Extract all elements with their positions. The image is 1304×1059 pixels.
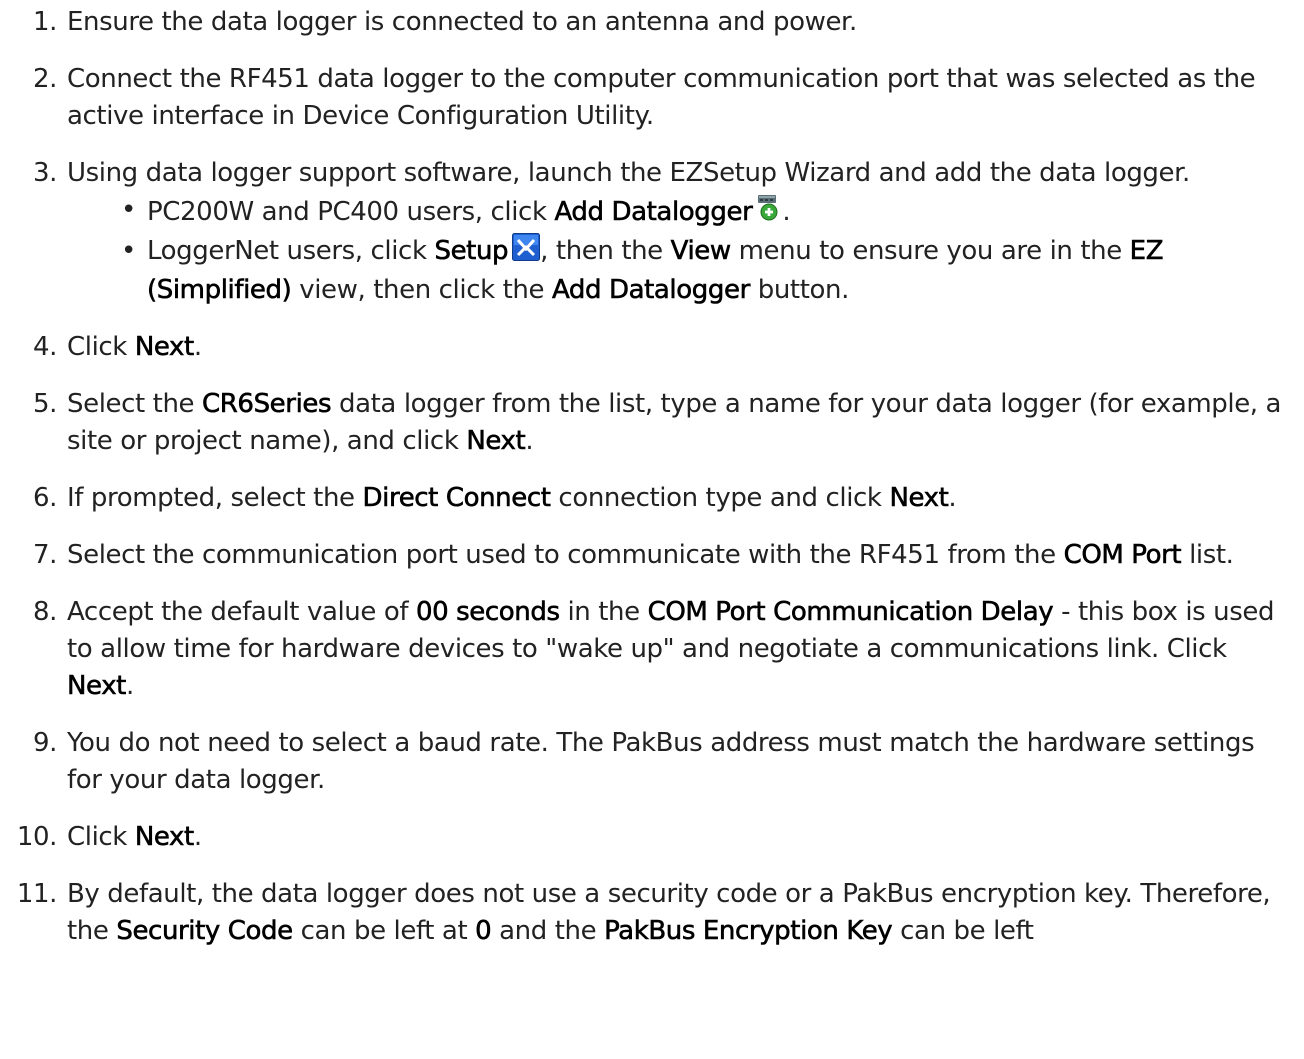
step-number: 6. bbox=[32, 483, 57, 513]
step-text: Connect the RF451 data logger to the com… bbox=[67, 64, 1256, 131]
ui-term-setup: Setup bbox=[434, 236, 509, 267]
step-11: 11. By default, the data logger does not… bbox=[0, 876, 1304, 950]
bullet-icon: • bbox=[121, 195, 136, 225]
step-number: 3. bbox=[32, 158, 57, 188]
step-1: 1. Ensure the data logger is connected t… bbox=[0, 4, 1304, 41]
step-number: 2. bbox=[32, 64, 57, 94]
step-3: 3. Using data logger support software, l… bbox=[0, 155, 1304, 309]
ui-term-pakbus-encryption-key: PakBus Encryption Key bbox=[604, 916, 893, 947]
step-text: . bbox=[193, 332, 202, 362]
step-5: 5. Select the CR6Series data logger from… bbox=[0, 386, 1304, 460]
sub-text: . bbox=[782, 197, 791, 227]
step-text: You do not need to select a baud rate. T… bbox=[67, 728, 1255, 795]
step-number: 10. bbox=[16, 822, 58, 852]
step-text: . bbox=[193, 822, 202, 852]
sub-item-loggernet: • LoggerNet users, click Setup , then th… bbox=[67, 233, 1294, 309]
step-number: 4. bbox=[32, 332, 57, 362]
document-page: 1. Ensure the data logger is connected t… bbox=[0, 0, 1304, 1059]
step-text: . bbox=[948, 483, 957, 513]
ui-term-next: Next bbox=[466, 426, 526, 457]
ui-term-00-seconds: 00 seconds bbox=[415, 597, 561, 628]
sub-text: button. bbox=[749, 275, 850, 305]
ui-term-next: Next bbox=[889, 483, 949, 514]
sub-text: , then the bbox=[540, 236, 671, 266]
ui-term-next: Next bbox=[67, 671, 127, 702]
steps-list: 1. Ensure the data logger is connected t… bbox=[0, 4, 1304, 970]
step-text: Select the communication port used to co… bbox=[67, 540, 1064, 570]
step-7: 7. Select the communication port used to… bbox=[0, 537, 1304, 574]
step-2: 2. Connect the RF451 data logger to the … bbox=[0, 61, 1304, 135]
step-6: 6. If prompted, select the Direct Connec… bbox=[0, 480, 1304, 517]
ui-term-zero: 0 bbox=[475, 916, 492, 947]
step-text: Ensure the data logger is connected to a… bbox=[67, 7, 857, 37]
step-text: Using data logger support software, laun… bbox=[67, 158, 1190, 188]
ui-term-com-port: COM Port bbox=[1063, 540, 1182, 571]
sub-text: menu to ensure you are in the bbox=[730, 236, 1130, 266]
step-text: If prompted, select the bbox=[67, 483, 363, 513]
step-text: Click bbox=[67, 822, 135, 852]
step-text: and the bbox=[491, 916, 605, 946]
step-text: can be left at bbox=[292, 916, 476, 946]
step-text: Select the bbox=[67, 389, 203, 419]
step-number: 5. bbox=[32, 389, 57, 419]
sub-text: LoggerNet users, click bbox=[147, 236, 435, 266]
sub-item-pc200w: • PC200W and PC400 users, click Add Data… bbox=[67, 192, 1294, 233]
ui-term-cr6series: CR6Series bbox=[202, 389, 332, 420]
setup-icon bbox=[512, 233, 541, 272]
step-10: 10. Click Next. bbox=[0, 819, 1304, 856]
step-text: connection type and click bbox=[550, 483, 890, 513]
step-text: . bbox=[525, 426, 534, 456]
step-text: can be left bbox=[892, 916, 1034, 946]
step-4: 4. Click Next. bbox=[0, 329, 1304, 366]
ui-term-add-datalogger: Add Datalogger bbox=[551, 275, 751, 306]
step-number: 8. bbox=[32, 597, 57, 627]
step-text: Click bbox=[67, 332, 135, 362]
step-number: 7. bbox=[32, 540, 57, 570]
sub-text: PC200W and PC400 users, click bbox=[147, 197, 555, 227]
ui-term-security-code: Security Code bbox=[116, 916, 293, 947]
ui-term-add-datalogger: Add Datalogger bbox=[554, 197, 753, 228]
step-text: in the bbox=[559, 597, 648, 627]
sub-text: view, then click the bbox=[291, 275, 552, 305]
add-datalogger-icon bbox=[756, 192, 782, 233]
step-text: list. bbox=[1181, 540, 1234, 570]
step-8: 8. Accept the default value of 00 second… bbox=[0, 594, 1304, 705]
ui-term-view: View bbox=[670, 236, 731, 267]
ui-term-direct-connect: Direct Connect bbox=[362, 483, 551, 514]
step-number: 1. bbox=[32, 7, 57, 37]
ui-term-com-port-communication-delay: COM Port Communication Delay bbox=[647, 597, 1054, 628]
bullet-icon: • bbox=[121, 236, 136, 266]
ui-term-next: Next bbox=[134, 822, 195, 853]
step-text: . bbox=[125, 671, 134, 701]
step-3-sub-list: • PC200W and PC400 users, click Add Data… bbox=[67, 192, 1294, 309]
step-text: Accept the default value of bbox=[67, 597, 416, 627]
step-9: 9. You do not need to select a baud rate… bbox=[0, 725, 1304, 799]
ui-term-next: Next bbox=[134, 332, 195, 363]
step-number: 11. bbox=[16, 879, 58, 909]
step-number: 9. bbox=[32, 728, 57, 758]
